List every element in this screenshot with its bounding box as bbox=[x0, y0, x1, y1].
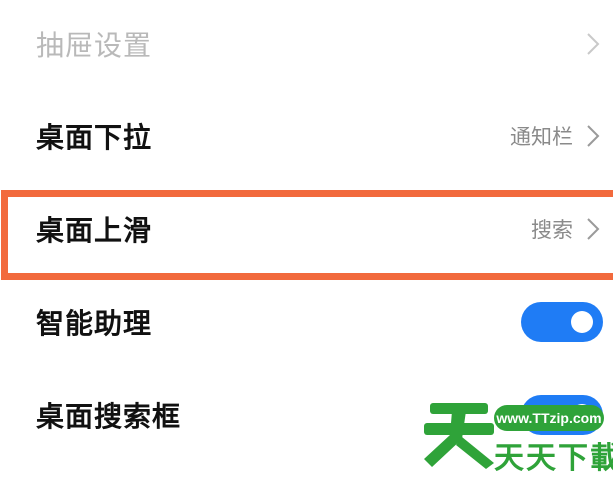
chevron-right-icon bbox=[587, 125, 600, 147]
toggle-knob bbox=[571, 311, 593, 333]
drawer-settings-row[interactable]: 抽屉设置 bbox=[0, 0, 613, 90]
drawer-settings-label: 抽屉设置 bbox=[36, 29, 153, 62]
chevron-right-icon bbox=[587, 33, 600, 55]
smart-assistant-row: 智能助理 bbox=[0, 276, 613, 368]
desktop-pulldown-row[interactable]: 桌面下拉 通知栏 bbox=[0, 90, 613, 182]
desktop-swipe-up-value: 搜索 bbox=[531, 218, 573, 242]
desktop-search-box-row: 桌面搜索框 bbox=[0, 369, 613, 461]
desktop-search-box-toggle[interactable] bbox=[521, 395, 603, 435]
desktop-pulldown-label: 桌面下拉 bbox=[36, 121, 153, 154]
smart-assistant-toggle[interactable] bbox=[521, 302, 603, 342]
desktop-swipe-up-label: 桌面上滑 bbox=[36, 214, 153, 247]
settings-list: 抽屉设置 桌面下拉 通知栏 桌面上滑 搜索 智能助理 桌面搜索框 bbox=[0, 0, 613, 488]
desktop-pulldown-value: 通知栏 bbox=[510, 125, 573, 149]
desktop-swipe-up-row[interactable]: 桌面上滑 搜索 bbox=[0, 183, 613, 275]
smart-assistant-label: 智能助理 bbox=[36, 307, 153, 340]
toggle-knob bbox=[571, 404, 593, 426]
desktop-search-box-label: 桌面搜索框 bbox=[36, 400, 182, 433]
chevron-right-icon bbox=[587, 218, 600, 240]
